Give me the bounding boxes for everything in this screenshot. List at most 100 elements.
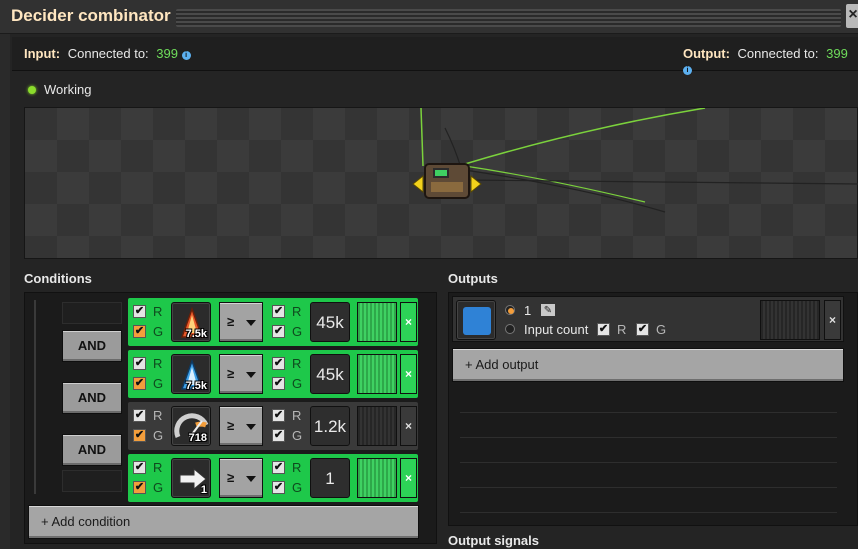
right-green-wire-checkbox[interactable]: ✔	[272, 429, 285, 442]
signal-count: 1	[200, 484, 207, 496]
left-g-label: G	[153, 324, 164, 339]
blue-science-flask-icon	[172, 355, 212, 400]
right-green-wire-checkbox[interactable]: ✔	[272, 325, 285, 338]
comparator-dropdown[interactable]: ≥	[219, 302, 263, 342]
remove-output-button[interactable]: ×	[824, 300, 841, 340]
entity-preview[interactable]	[24, 107, 858, 259]
left-red-wire-checkbox[interactable]: ✔	[133, 461, 146, 474]
right-g-label: G	[292, 428, 303, 443]
output-signal-slot[interactable]	[456, 300, 496, 340]
output-constant-value: 1	[524, 303, 532, 318]
input-count: 399	[156, 46, 178, 61]
left-r-label: R	[153, 304, 163, 319]
left-r-label: R	[153, 460, 163, 475]
status-indicator-icon	[28, 86, 36, 94]
comparator-value: ≥	[227, 366, 235, 381]
output-empty-row	[460, 414, 837, 438]
condition-row: ✔ R ✔ G 7.5k ≥ ✔ R ✔ G 45k ×	[128, 298, 418, 346]
chevron-down-icon	[246, 320, 256, 326]
status-text: Working	[44, 82, 92, 97]
condition-signal-slot[interactable]: 7.5k	[171, 302, 211, 342]
left-g-label: G	[153, 376, 164, 391]
right-r-label: R	[292, 408, 302, 423]
remove-condition-button[interactable]: ×	[400, 302, 417, 342]
condition-signal-slot[interactable]: 7.5k	[171, 354, 211, 394]
comparator-dropdown[interactable]: ≥	[219, 406, 263, 446]
and-button-3[interactable]: AND	[62, 434, 122, 466]
comparator-dropdown[interactable]: ≥	[219, 354, 263, 394]
input-label: Input:	[24, 46, 61, 61]
window-title: Decider combinator	[11, 6, 171, 25]
input-connected-label: Connected to:	[67, 46, 149, 61]
right-g-label: G	[292, 324, 303, 339]
condition-constant-value[interactable]: 45k	[310, 302, 350, 342]
condition-row: ✔ R ✔ G 7.5k ≥ ✔ R ✔ G 45k ×	[128, 350, 418, 398]
left-red-wire-checkbox[interactable]: ✔	[133, 305, 146, 318]
output-label: Output:	[683, 46, 730, 61]
condition-slot-empty	[62, 470, 122, 492]
output-r-checkbox[interactable]: ✔	[597, 323, 610, 336]
left-green-wire-checkbox[interactable]: ✔	[133, 377, 146, 390]
left-red-wire-checkbox[interactable]: ✔	[133, 409, 146, 422]
condition-grouping-bracket	[34, 300, 44, 494]
speed-gauge-icon	[172, 407, 212, 452]
left-r-label: R	[153, 408, 163, 423]
and-button-1[interactable]: AND	[62, 330, 122, 362]
condition-signal-slot[interactable]: 718	[171, 406, 211, 446]
right-green-wire-checkbox[interactable]: ✔	[272, 481, 285, 494]
left-red-wire-checkbox[interactable]: ✔	[133, 357, 146, 370]
close-button[interactable]: ×	[846, 4, 858, 28]
constant-radio[interactable]	[505, 305, 515, 315]
chevron-down-icon	[246, 372, 256, 378]
input-count-label: Input count	[524, 322, 589, 337]
add-output-button[interactable]: + Add output	[452, 348, 844, 382]
output-g-checkbox[interactable]: ✔	[636, 323, 649, 336]
right-red-wire-checkbox[interactable]: ✔	[272, 409, 285, 422]
condition-signal-preview	[357, 302, 397, 342]
output-info-icon[interactable]: i	[683, 66, 692, 75]
signal-count: 718	[188, 432, 207, 444]
right-r-label: R	[292, 356, 302, 371]
comparator-dropdown[interactable]: ≥	[219, 458, 263, 498]
entity-preview-graphic	[412, 108, 858, 213]
condition-signal-preview	[357, 406, 397, 446]
output-r-label: R	[617, 322, 627, 337]
input-count-radio[interactable]	[505, 324, 515, 334]
right-g-label: G	[292, 480, 303, 495]
comparator-value: ≥	[227, 314, 235, 329]
remove-condition-button[interactable]: ×	[400, 458, 417, 498]
condition-constant-value[interactable]: 1	[310, 458, 350, 498]
left-g-label: G	[153, 480, 164, 495]
condition-constant-value[interactable]: 1.2k	[310, 406, 350, 446]
input-info-icon[interactable]: i	[181, 51, 191, 60]
radio-selected-dot	[508, 308, 514, 314]
left-green-wire-checkbox[interactable]: ✔	[133, 429, 146, 442]
add-condition-button[interactable]: + Add condition	[28, 505, 419, 539]
output-connection: Output: Connected to: 399 i	[683, 46, 858, 76]
right-red-wire-checkbox[interactable]: ✔	[272, 461, 285, 474]
output-signals-header: Output signals	[448, 533, 539, 548]
blue-square-signal-icon	[463, 307, 491, 335]
signal-count: 7.5k	[185, 328, 207, 340]
right-red-wire-checkbox[interactable]: ✔	[272, 305, 285, 318]
output-empty-row	[460, 389, 837, 413]
left-green-wire-checkbox[interactable]: ✔	[133, 481, 146, 494]
output-empty-row	[460, 464, 837, 488]
output-count: 399	[826, 46, 848, 61]
edit-pencil-icon[interactable]: ✎	[540, 303, 556, 317]
and-button-2[interactable]: AND	[62, 382, 122, 414]
left-r-label: R	[153, 356, 163, 371]
remove-condition-button[interactable]: ×	[400, 354, 417, 394]
right-g-label: G	[292, 376, 303, 391]
right-red-wire-checkbox[interactable]: ✔	[272, 357, 285, 370]
output-connected-label: Connected to:	[737, 46, 819, 61]
output-signal-preview	[760, 300, 820, 340]
titlebar-drag-handle[interactable]	[176, 9, 841, 27]
remove-condition-button[interactable]: ×	[400, 406, 417, 446]
output-empty-row	[460, 489, 837, 513]
right-green-wire-checkbox[interactable]: ✔	[272, 377, 285, 390]
condition-signal-slot[interactable]: 1	[171, 458, 211, 498]
condition-constant-value[interactable]: 45k	[310, 354, 350, 394]
left-green-wire-checkbox[interactable]: ✔	[133, 325, 146, 338]
right-r-label: R	[292, 304, 302, 319]
